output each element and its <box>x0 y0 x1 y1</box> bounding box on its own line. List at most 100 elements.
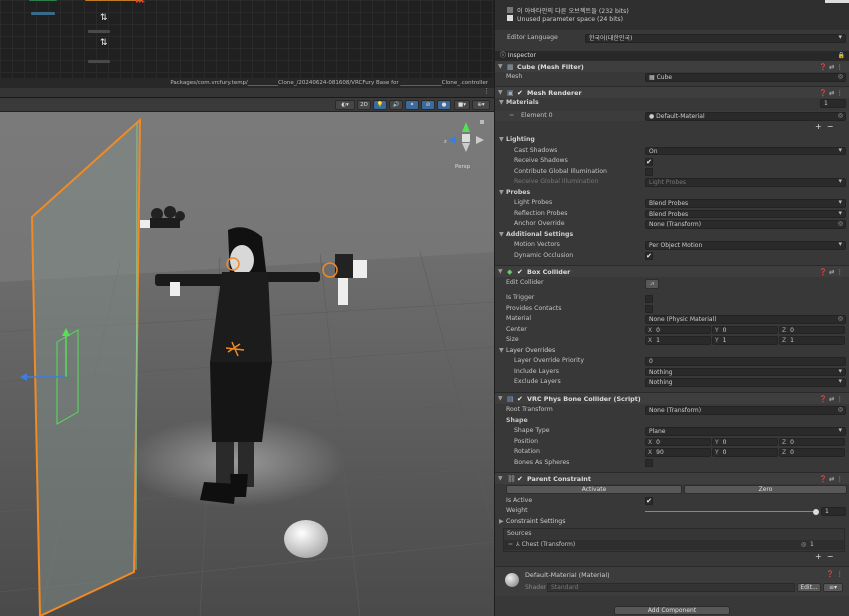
root-transform-field[interactable]: None (Transform) <box>645 406 846 415</box>
state-node-blue[interactable] <box>30 11 56 16</box>
effects-toggle-icon[interactable]: ✦ <box>405 100 419 110</box>
lighting-toggle-icon[interactable]: 💡 <box>373 100 387 110</box>
scene-viewport[interactable]: z Persp <box>0 112 494 616</box>
state-node-2[interactable] <box>87 59 111 64</box>
menu-dots-icon[interactable]: ⋮ <box>483 87 490 95</box>
bones-as-spheres-checkbox[interactable] <box>645 459 653 467</box>
position-x-field[interactable]: X0 <box>645 437 711 447</box>
asset-path-bar: Packages/com.vrcfury.temp/___________Clo… <box>0 78 494 88</box>
shader-menu-button[interactable]: ≡▾ <box>823 583 843 592</box>
rotation-row: Rotation X 90 Y0 Z0 <box>495 447 849 457</box>
state-node-orange[interactable] <box>84 0 144 2</box>
is-active-checkbox[interactable]: ✔ <box>645 497 653 505</box>
probes-section[interactable]: ▼ Probes <box>495 188 849 198</box>
activate-button[interactable]: Activate <box>506 485 682 494</box>
box-collider-header[interactable]: ▼ ◆ ✔ Box Collider ❓⇄⋮ <box>495 265 849 277</box>
size-z-field[interactable]: Z1 <box>779 336 845 345</box>
mesh-filter-header[interactable]: ▼ ▦ Cube (Mesh Filter) ❓⇄⋮ <box>495 60 849 72</box>
parent-constraint-header[interactable]: ▼ ⛓ ✔ Parent Constraint ❓⇄⋮ <box>495 472 849 484</box>
dynamic-occlusion-checkbox[interactable]: ✔ <box>645 252 653 260</box>
phys-bone-enabled-checkbox[interactable]: ✔ <box>517 395 525 403</box>
persp-label[interactable]: Persp <box>455 164 471 170</box>
weight-row: Weight 1 <box>495 506 849 516</box>
scene-render: z Persp <box>0 112 494 616</box>
weight-slider-handle[interactable] <box>813 508 819 515</box>
weight-field[interactable]: 1 <box>821 507 846 516</box>
size-x-field[interactable]: X1 <box>645 336 711 345</box>
constraint-settings-section[interactable]: ▶ Constraint Settings <box>495 517 849 527</box>
gizmo-lock-icon[interactable] <box>480 120 484 124</box>
shading-mode-button[interactable]: ◐▾ <box>335 100 355 110</box>
is-trigger-checkbox[interactable] <box>645 294 653 303</box>
egg-object[interactable] <box>284 520 328 558</box>
layer-priority-row: Layer Override Priority 0 <box>495 356 849 366</box>
receive-shadows-checkbox[interactable]: ✔ <box>645 157 653 166</box>
sources-list: Sources = ⅄ Chest (Transform) ◎ 1 <box>503 528 845 552</box>
center-z-field[interactable]: Z0 <box>779 325 845 335</box>
parent-constraint-enabled-checkbox[interactable]: ✔ <box>517 475 525 483</box>
exclude-layers-row: Exclude Layers Nothing <box>495 377 849 387</box>
sources-add-remove[interactable]: + − <box>815 552 834 561</box>
source-row[interactable]: = ⅄ Chest (Transform) ◎ 1 <box>504 540 844 550</box>
motion-vectors-dropdown[interactable]: Per Object Motion <box>645 241 846 250</box>
materials-count-field[interactable]: 1 <box>820 99 846 108</box>
source-transform-field[interactable]: ⅄ Chest (Transform) <box>516 540 575 550</box>
position-y-field[interactable]: Y0 <box>712 437 778 447</box>
position-z-field[interactable]: Z0 <box>779 437 845 447</box>
cast-shadows-dropdown[interactable]: On <box>645 146 846 156</box>
collider-material-row: Material None (Physic Material) <box>495 314 849 324</box>
shader-edit-button[interactable]: Edit... <box>797 583 821 592</box>
lighting-section[interactable]: ▼ Lighting <box>495 135 849 145</box>
drag-handle-icon[interactable]: = <box>509 111 514 121</box>
material-actions[interactable]: ❓⋮ <box>826 570 845 578</box>
box-collider-enabled-checkbox[interactable]: ✔ <box>517 268 525 276</box>
mesh-field[interactable]: ▦ Cube <box>645 73 846 82</box>
audio-toggle-icon[interactable]: 🔊 <box>389 100 403 110</box>
anchor-override-field[interactable]: None (Transform) <box>645 220 846 229</box>
zero-button[interactable]: Zero <box>684 485 847 494</box>
layer-priority-field[interactable]: 0 <box>645 357 846 366</box>
size-row: Size X1 Y1 Z1 <box>495 335 849 345</box>
mesh-renderer-header[interactable]: ▼ ▣ ✔ Mesh Renderer ❓⇄⋮ <box>495 86 849 98</box>
material-field[interactable]: ● Default-Material <box>645 112 846 121</box>
provides-contacts-checkbox[interactable] <box>645 305 653 313</box>
gizmos-icon[interactable]: ⊕▾ <box>472 100 490 110</box>
state-node-green[interactable] <box>28 0 58 2</box>
rotation-x-field[interactable]: X 90 <box>645 448 711 457</box>
include-layers-dropdown[interactable]: Nothing <box>645 367 846 377</box>
lock-icon[interactable]: 🔒 <box>838 51 845 60</box>
mesh-renderer-enabled-checkbox[interactable]: ✔ <box>517 89 525 97</box>
add-component-button[interactable]: Add Component <box>614 606 730 615</box>
reflection-probes-dropdown[interactable]: Blend Probes <box>645 209 846 219</box>
sources-label: Sources <box>507 530 532 537</box>
source-target-icon[interactable]: ◎ <box>801 540 806 550</box>
scene-visibility-icon[interactable]: ● <box>437 100 451 110</box>
collider-material-field[interactable]: None (Physic Material) <box>645 315 846 324</box>
camera-settings-icon[interactable]: ■▾ <box>454 100 470 110</box>
inspector-tab[interactable]: ⓘ Inspector <box>500 51 536 60</box>
light-probes-dropdown[interactable]: Blend Probes <box>645 199 846 208</box>
animator-graph[interactable]: ▸▸▸ ⇅ ⇅ <box>0 0 494 78</box>
additional-settings-section[interactable]: ▼ Additional Settings <box>495 230 849 240</box>
layer-overrides-section[interactable]: ▼ Layer Overrides <box>495 346 849 356</box>
phys-bone-collider-header[interactable]: ▼ ▤ ✔ VRC Phys Bone Collider (Script) ❓⇄… <box>495 392 849 404</box>
source-weight-field[interactable]: 1 <box>810 540 814 550</box>
constraint-icon: ⛓ <box>507 475 516 483</box>
exclude-layers-dropdown[interactable]: Nothing <box>645 378 846 387</box>
add-remove-buttons[interactable]: + − <box>815 122 834 131</box>
rotation-y-field[interactable]: Y0 <box>712 448 778 457</box>
editor-language-dropdown[interactable]: 한국어(대한민국) <box>585 34 846 43</box>
center-y-field[interactable]: Y0 <box>712 325 778 335</box>
weight-slider-track[interactable] <box>645 511 817 512</box>
materials-section[interactable]: ▼ Materials 1 <box>495 98 849 108</box>
rotation-z-field[interactable]: Z0 <box>779 448 845 457</box>
size-y-field[interactable]: Y1 <box>712 336 778 345</box>
center-x-field[interactable]: X0 <box>645 325 711 335</box>
2d-toggle-button[interactable]: 2D <box>357 100 371 110</box>
edit-collider-button[interactable]: ⩘ <box>645 279 659 289</box>
shape-type-dropdown[interactable]: Plane <box>645 427 846 436</box>
phys-bone-title: VRC Phys Bone Collider (Script) <box>527 395 641 403</box>
contribute-gi-checkbox[interactable] <box>645 168 653 176</box>
hidden-objects-icon[interactable]: ⊘ <box>421 100 435 110</box>
state-node-1[interactable] <box>87 29 111 34</box>
